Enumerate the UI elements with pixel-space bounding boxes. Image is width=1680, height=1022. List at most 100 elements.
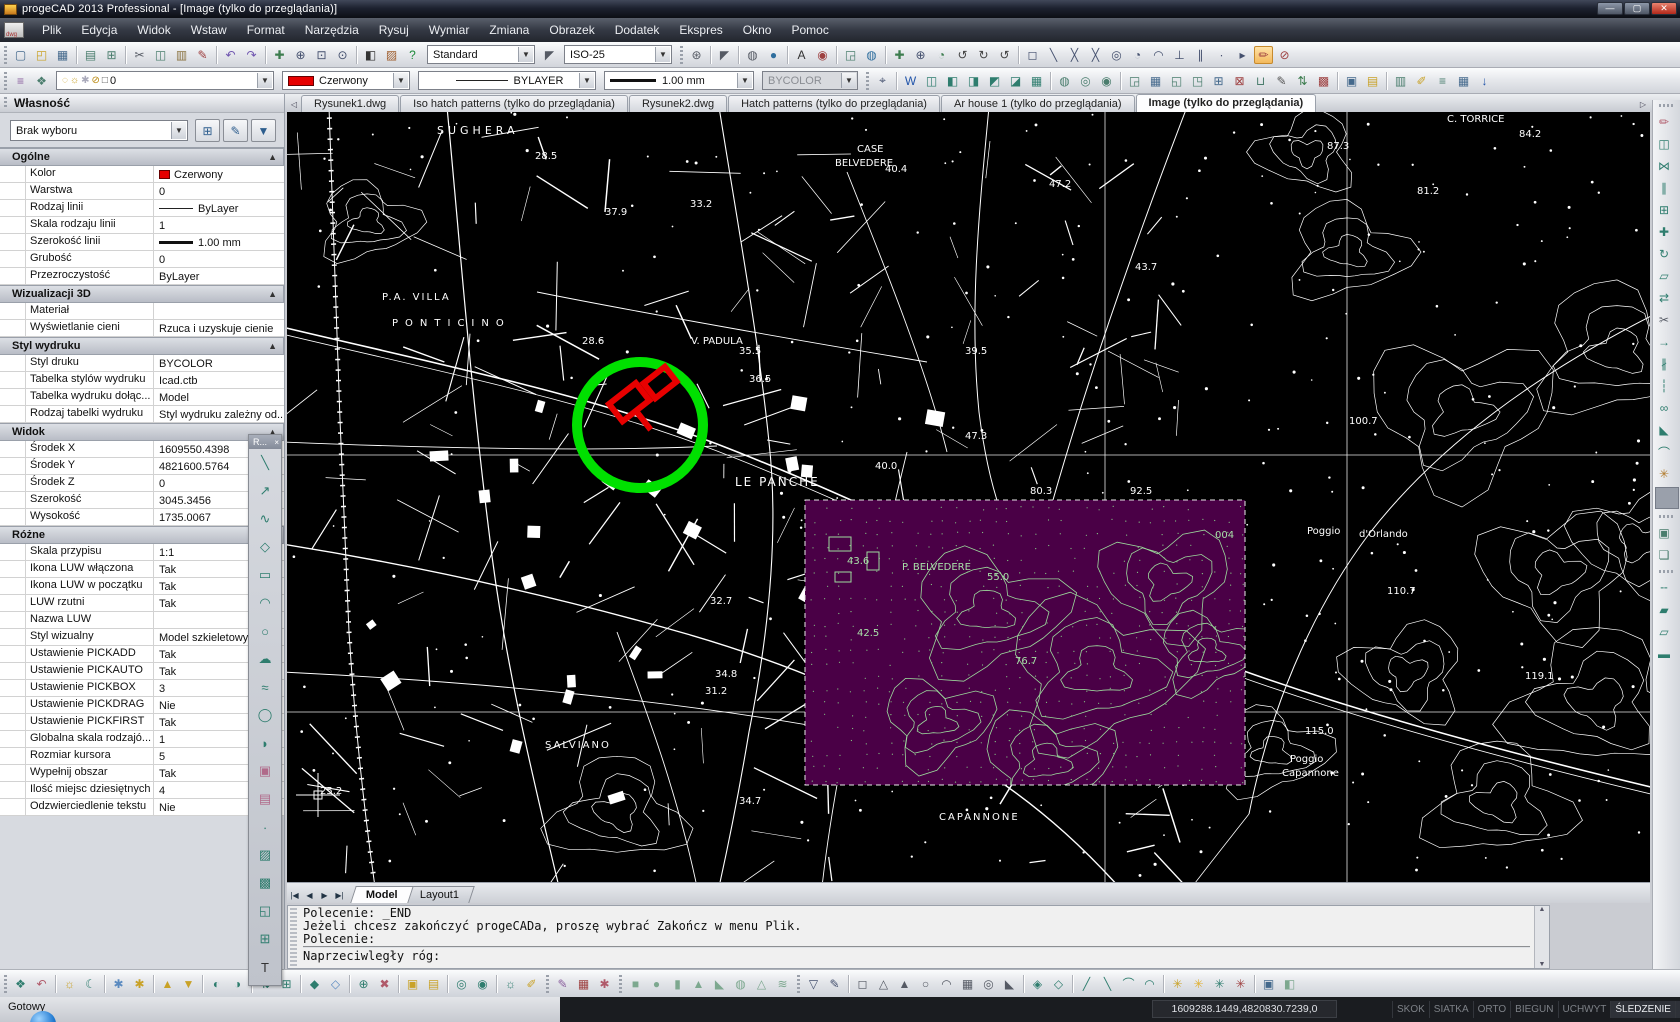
property-row[interactable]: Ikona LUW włączonaTak bbox=[0, 561, 284, 578]
light-spot-icon[interactable]: ✳ bbox=[1189, 975, 1208, 993]
text-style-combo[interactable]: Standard ▼ bbox=[427, 45, 535, 64]
rotate-x-icon[interactable]: ↺ bbox=[953, 46, 972, 64]
toggle-uchwyt[interactable]: UCHWYT bbox=[1558, 1001, 1611, 1018]
property-row[interactable]: Wysokość1735.0067 bbox=[0, 509, 284, 526]
stretch-icon[interactable]: ⇄ bbox=[1653, 288, 1675, 308]
section-ogólne[interactable]: Ogólne▲ bbox=[0, 148, 284, 166]
property-row[interactable]: Materiał bbox=[0, 303, 284, 320]
scale-list-icon[interactable]: ▦ bbox=[574, 975, 593, 993]
property-row[interactable]: Styl drukuBYCOLOR bbox=[0, 355, 284, 372]
property-row[interactable]: Rodzaj tabelki wydrukuStyl wydruku zależ… bbox=[0, 406, 284, 423]
view-left-icon[interactable]: ◨ bbox=[964, 72, 983, 90]
snap-tangent-icon[interactable]: ◠ bbox=[1149, 46, 1168, 64]
image-attach-icon[interactable]: ▦ bbox=[1146, 72, 1165, 90]
render-icon[interactable]: ◍ bbox=[743, 46, 762, 64]
snap-none-icon[interactable]: ⊘ bbox=[1275, 46, 1294, 64]
trim-icon[interactable]: ✂ bbox=[1653, 310, 1675, 330]
color-combo[interactable]: Czerwony ▼ bbox=[282, 71, 410, 90]
doc-tab[interactable]: Hatch patterns (tylko do przeglądania) bbox=[728, 95, 940, 112]
layer-turn-all-on-icon[interactable]: ☼ bbox=[501, 975, 520, 993]
copy-clip-icon[interactable]: ◫ bbox=[151, 46, 170, 64]
mirror-icon[interactable]: ⋈ bbox=[1653, 156, 1675, 176]
menu-ekspres[interactable]: Ekspres bbox=[669, 18, 732, 42]
orbit-icon[interactable]: ◔ bbox=[932, 46, 951, 64]
chevron-down-icon[interactable]: ▼ bbox=[393, 73, 408, 88]
view-top-icon[interactable]: ◫ bbox=[922, 72, 941, 90]
table-icon[interactable]: ⊞ bbox=[249, 925, 281, 953]
drawing-area[interactable]: SUGHERACASEBELVEDEREC. TORRICE28.533.237… bbox=[287, 112, 1650, 882]
scale-icon[interactable]: ▱ bbox=[1653, 266, 1675, 286]
extend-icon[interactable]: → bbox=[1653, 332, 1675, 352]
move-icon[interactable]: ✚ bbox=[1653, 222, 1675, 242]
last-tab-icon[interactable]: ▶| bbox=[332, 888, 347, 903]
publish-web-icon[interactable]: ◍ bbox=[862, 46, 881, 64]
point-icon[interactable]: ∙ bbox=[249, 813, 281, 841]
annotation-visibility-icon[interactable]: ✱ bbox=[595, 975, 614, 993]
tab-scroll-right-icon[interactable]: ▷ bbox=[1636, 97, 1650, 112]
pan-realtime-icon[interactable]: ✚ bbox=[890, 46, 909, 64]
menu-dodatek[interactable]: Dodatek bbox=[605, 18, 670, 42]
property-value[interactable]: Model bbox=[154, 389, 284, 405]
doc-tab[interactable]: Iso hatch patterns (tylko do przeglądani… bbox=[400, 95, 628, 112]
property-row[interactable]: Środek Y4821600.5764 bbox=[0, 458, 284, 475]
property-row[interactable]: Szerokość linii1.00 mm bbox=[0, 234, 284, 251]
prev-tab-icon[interactable]: ◀ bbox=[302, 888, 317, 903]
match-properties-icon[interactable]: ✎ bbox=[193, 46, 212, 64]
property-row[interactable]: Ustawienie PICKAUTOTak bbox=[0, 663, 284, 680]
block-editor-icon[interactable]: ▣ bbox=[1342, 72, 1361, 90]
menu-zmiana[interactable]: Zmiana bbox=[479, 18, 539, 42]
menu-okno[interactable]: Okno bbox=[733, 18, 782, 42]
command-grip[interactable] bbox=[290, 908, 297, 966]
circle-icon[interactable]: ○ bbox=[249, 617, 281, 645]
wipeout-icon[interactable]: ▱ bbox=[1653, 622, 1675, 642]
wblock-icon[interactable]: ▥ bbox=[1391, 72, 1410, 90]
mesh-dome-icon[interactable]: ◠ bbox=[937, 975, 956, 993]
open-file-icon[interactable]: ◰ bbox=[32, 46, 51, 64]
doc-tab[interactable]: Rysunek2.dwg bbox=[629, 95, 727, 112]
layer-lock-fade-icon[interactable]: ◎ bbox=[452, 975, 471, 993]
light-distant-icon[interactable]: ✳ bbox=[1231, 975, 1250, 993]
zoom-window-icon[interactable]: ⊡ bbox=[312, 46, 331, 64]
rectangle-icon[interactable]: ▭ bbox=[249, 561, 281, 589]
property-row[interactable]: Ustawienie PICKFIRSTTak bbox=[0, 714, 284, 731]
mesh-torus-icon[interactable]: ◎ bbox=[979, 975, 998, 993]
fillet-icon[interactable]: ⌒ bbox=[1653, 442, 1675, 462]
view-iso-icon[interactable]: ▦ bbox=[1027, 72, 1046, 90]
layer-state-restore-icon[interactable]: ▤ bbox=[424, 975, 443, 993]
chevron-down-icon[interactable]: ▼ bbox=[579, 73, 594, 88]
property-row[interactable]: Wypełnij obszarTak bbox=[0, 765, 284, 782]
property-row[interactable]: Ustawienie PICKADDTak bbox=[0, 646, 284, 663]
layer-isolate-icon[interactable]: ◐ bbox=[207, 975, 226, 993]
tab-layout1[interactable]: Layout1 bbox=[404, 886, 475, 903]
boundary-icon[interactable]: ▬ bbox=[1653, 644, 1675, 664]
property-row[interactable]: Rozmiar kursora5 bbox=[0, 748, 284, 765]
purge-icon[interactable]: ✐ bbox=[1412, 72, 1431, 90]
revision-cloud-icon[interactable]: ☁ bbox=[249, 645, 281, 673]
mesh-cone-icon[interactable]: ▲ bbox=[895, 975, 914, 993]
annotation-icon[interactable]: ✎ bbox=[553, 975, 572, 993]
property-row[interactable]: Skala przypisu1:1 bbox=[0, 544, 284, 561]
break-at-point-icon[interactable]: ┆ bbox=[1653, 376, 1675, 396]
solid-sphere-icon[interactable]: ● bbox=[647, 975, 666, 993]
tab-scroll-left-icon[interactable]: ◁ bbox=[287, 97, 301, 112]
property-row[interactable]: Styl wizualnyModel szkieletowy 2 bbox=[0, 629, 284, 646]
xref-bind-icon[interactable]: ▩ bbox=[1314, 72, 1333, 90]
lock-icon[interactable]: ⊘ bbox=[92, 75, 100, 86]
toggle-orto[interactable]: ORTO bbox=[1473, 1001, 1511, 1018]
layer-vpfreeze-icon[interactable]: ◇ bbox=[326, 975, 345, 993]
line-icon[interactable]: ╲ bbox=[249, 449, 281, 477]
break-icon[interactable]: ∦ bbox=[1653, 354, 1675, 374]
light-new-icon[interactable]: ✳ bbox=[1168, 975, 1187, 993]
map-canvas[interactable]: SUGHERACASEBELVEDEREC. TORRICE28.533.237… bbox=[287, 112, 1650, 882]
image-detach-icon[interactable]: ⊠ bbox=[1230, 72, 1249, 90]
draw-order-icon[interactable]: ◧ bbox=[361, 46, 380, 64]
close-button[interactable]: ✕ bbox=[1651, 2, 1677, 15]
extract-edges-icon[interactable]: ❏ bbox=[1653, 545, 1675, 565]
solid-helix-icon[interactable]: ≋ bbox=[773, 975, 792, 993]
property-row[interactable]: Ilość miejsc dziesiętnych4 bbox=[0, 782, 284, 799]
arc-icon[interactable]: ◠ bbox=[249, 589, 281, 617]
zoom-realtime-icon[interactable]: ⊕ bbox=[291, 46, 310, 64]
doc-tab[interactable]: Ar house 1 (tylko do przeglądania) bbox=[941, 95, 1135, 112]
menu-widok[interactable]: Widok bbox=[127, 18, 180, 42]
linetype-combo[interactable]: BYLAYER ▼ bbox=[418, 71, 596, 90]
